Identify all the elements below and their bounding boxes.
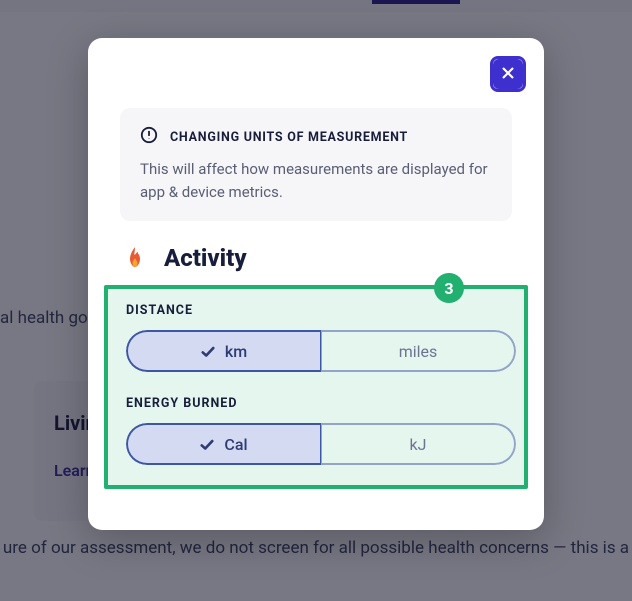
- bg-top-bar: [0, 0, 632, 12]
- distance-label: DISTANCE: [126, 303, 506, 318]
- bg-active-tab-underline: [372, 0, 460, 4]
- distance-option-miles[interactable]: miles: [321, 330, 516, 372]
- check-icon: [200, 437, 214, 451]
- energy-segmented-control: Cal kJ: [126, 423, 516, 465]
- note-title: CHANGING UNITS OF MEASUREMENT: [170, 130, 408, 145]
- bg-goal-text: al health goa: [0, 308, 97, 328]
- highlighted-settings-group: 3 DISTANCE km miles ENERGY BURNED Cal kJ: [104, 285, 528, 489]
- close-icon: [501, 65, 515, 84]
- units-modal: CHANGING UNITS OF MEASUREMENT This will …: [88, 38, 544, 530]
- check-icon: [201, 344, 215, 358]
- energy-option-kj[interactable]: kJ: [321, 423, 516, 465]
- section-title: Activity: [164, 244, 247, 272]
- energy-label: ENERGY BURNED: [126, 396, 506, 411]
- distance-option-km[interactable]: km: [126, 330, 321, 372]
- note-desc: This will affect how measurements are di…: [140, 158, 492, 203]
- section-head: Activity: [120, 243, 512, 273]
- energy-option-kj-label: kJ: [410, 435, 427, 454]
- energy-option-cal-label: Cal: [224, 435, 247, 454]
- alert-icon: [140, 126, 158, 148]
- distance-option-miles-label: miles: [399, 342, 438, 361]
- info-note: CHANGING UNITS OF MEASUREMENT This will …: [120, 108, 512, 221]
- distance-segmented-control: km miles: [126, 330, 516, 372]
- close-button[interactable]: [493, 59, 523, 89]
- energy-option-cal[interactable]: Cal: [126, 423, 321, 465]
- flame-icon: [120, 243, 150, 273]
- close-button-focus-ring: [490, 56, 526, 92]
- bg-footer-text: ure of our assessment, we do not screen …: [0, 538, 632, 558]
- step-badge: 3: [434, 273, 464, 303]
- distance-option-km-label: km: [225, 342, 247, 361]
